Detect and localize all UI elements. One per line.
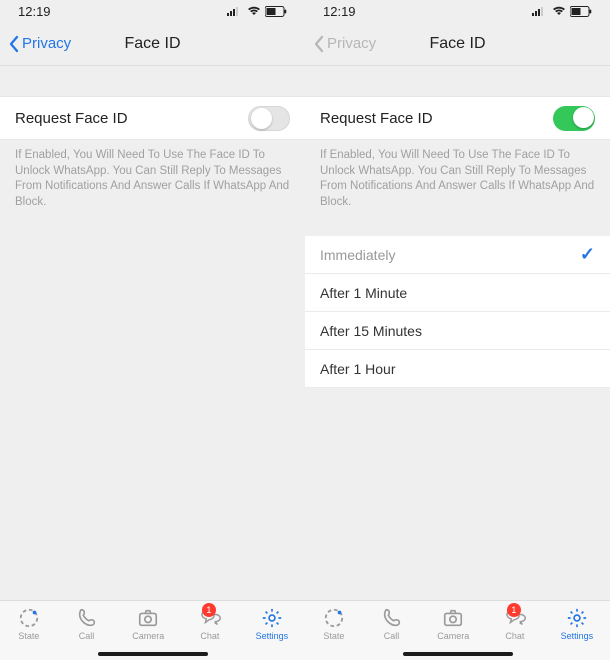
option-after-15-minutes[interactable]: After 15 Minutes [305, 312, 610, 350]
option-immediately[interactable]: Immediately ✓ [305, 236, 610, 274]
home-indicator [403, 652, 513, 656]
tab-label: Camera [132, 631, 164, 641]
content-area: Request Face ID If Enabled, You Will Nee… [305, 66, 610, 600]
wifi-icon [247, 6, 261, 16]
request-faceid-row: Request Face ID [305, 96, 610, 140]
tab-camera[interactable]: Camera [437, 607, 469, 641]
tab-chat[interactable]: 1 Chat [198, 607, 222, 641]
duration-options: Immediately ✓ After 1 Minute After 15 Mi… [305, 236, 610, 388]
camera-icon [441, 607, 465, 629]
option-label: After 1 Minute [320, 285, 407, 301]
request-faceid-label: Request Face ID [15, 110, 128, 127]
request-faceid-label: Request Face ID [320, 110, 433, 127]
gear-icon [260, 607, 284, 629]
faceid-toggle[interactable] [248, 106, 290, 131]
wifi-icon [552, 6, 566, 16]
status-time: 12:19 [18, 4, 51, 19]
status-bar: 12:19 [0, 0, 305, 22]
option-label: After 15 Minutes [320, 323, 422, 339]
tab-label: Chat [200, 631, 219, 641]
footnote-text: If Enabled, You Will Need To Use The Fac… [0, 140, 305, 218]
phone-icon [75, 607, 99, 629]
chat-badge: 1 [507, 603, 521, 617]
battery-icon [570, 6, 592, 17]
tab-label: Call [384, 631, 400, 641]
status-ring-icon [322, 607, 346, 629]
gear-icon [565, 607, 589, 629]
signal-icon [532, 6, 548, 16]
tab-label: Call [79, 631, 95, 641]
screenshot-left: 12:19 Privacy Face ID Request Face ID If… [0, 0, 305, 660]
tab-bar: State Call Camera 1 Chat Settings [0, 600, 305, 660]
tab-call[interactable]: Call [75, 607, 99, 641]
nav-bar: Privacy Face ID [305, 22, 610, 66]
option-after-1-hour[interactable]: After 1 Hour [305, 350, 610, 388]
back-button[interactable]: Privacy [8, 35, 71, 53]
status-icons [532, 6, 592, 17]
tab-state[interactable]: State [17, 607, 41, 641]
option-after-1-minute[interactable]: After 1 Minute [305, 274, 610, 312]
option-label: After 1 Hour [320, 361, 395, 377]
status-time: 12:19 [323, 4, 356, 19]
tab-settings[interactable]: Settings [561, 607, 594, 641]
battery-icon [265, 6, 287, 17]
faceid-toggle[interactable] [553, 106, 595, 131]
chevron-left-icon [313, 35, 325, 53]
status-ring-icon [17, 607, 41, 629]
tab-chat[interactable]: 1 Chat [503, 607, 527, 641]
tab-label: State [323, 631, 344, 641]
tab-bar: State Call Camera 1 Chat Settings [305, 600, 610, 660]
tab-label: Settings [561, 631, 594, 641]
option-label: Immediately [320, 247, 395, 263]
tab-label: State [18, 631, 39, 641]
nav-bar: Privacy Face ID [0, 22, 305, 66]
tab-camera[interactable]: Camera [132, 607, 164, 641]
tab-settings[interactable]: Settings [256, 607, 289, 641]
tab-label: Camera [437, 631, 469, 641]
chat-badge: 1 [202, 603, 216, 617]
back-button[interactable]: Privacy [313, 35, 376, 53]
footnote-text: If Enabled, You Will Need To Use The Fac… [305, 140, 610, 218]
home-indicator [98, 652, 208, 656]
screenshot-right: 12:19 Privacy Face ID Request Face ID If… [305, 0, 610, 660]
status-icons [227, 6, 287, 17]
tab-label: Chat [505, 631, 524, 641]
back-label: Privacy [22, 35, 71, 52]
request-faceid-row: Request Face ID [0, 96, 305, 140]
camera-icon [136, 607, 160, 629]
checkmark-icon: ✓ [580, 244, 595, 265]
tab-label: Settings [256, 631, 289, 641]
chevron-left-icon [8, 35, 20, 53]
phone-icon [380, 607, 404, 629]
status-bar: 12:19 [305, 0, 610, 22]
back-label: Privacy [327, 35, 376, 52]
signal-icon [227, 6, 243, 16]
tab-call[interactable]: Call [380, 607, 404, 641]
content-area: Request Face ID If Enabled, You Will Nee… [0, 66, 305, 600]
tab-state[interactable]: State [322, 607, 346, 641]
